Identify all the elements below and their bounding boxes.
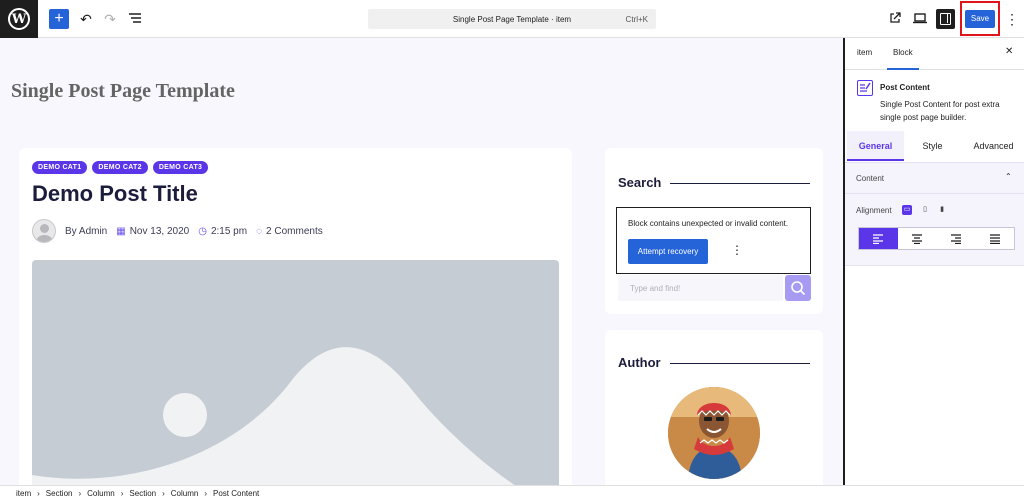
- wordpress-logo-button[interactable]: W: [0, 0, 38, 38]
- post-date: Nov 13, 2020: [129, 225, 190, 237]
- post-time: 2:15 pm: [210, 225, 248, 237]
- align-left-icon: [873, 233, 884, 244]
- align-right-button[interactable]: [937, 228, 976, 249]
- attempt-recovery-button[interactable]: Attempt recovery: [628, 239, 708, 264]
- breadcrumb-item[interactable]: Post Content: [213, 489, 259, 498]
- tab-block[interactable]: Block: [887, 48, 919, 70]
- undo-icon: ↶: [80, 11, 92, 27]
- desktop-icon: [913, 13, 927, 24]
- breadcrumb-item[interactable]: Section: [46, 489, 73, 498]
- image-placeholder-icon: [32, 347, 515, 485]
- chevron-right-icon: ›: [120, 489, 124, 498]
- view-post-button[interactable]: [885, 9, 905, 29]
- wordpress-icon: W: [8, 8, 30, 30]
- editor-canvas: Single Post Page Template DEMO CAT1 DEMO…: [0, 38, 843, 485]
- document-overview-button[interactable]: [125, 9, 145, 29]
- block-description: Single Post Content for post extra singl…: [880, 100, 1000, 122]
- chevron-right-icon: ›: [204, 489, 208, 498]
- command-palette-bar[interactable]: Single Post Page Template · item Ctrl+K: [368, 9, 656, 29]
- preview-button[interactable]: [910, 9, 930, 29]
- redo-button[interactable]: ↷: [100, 9, 120, 29]
- more-options-icon[interactable]: ⋮: [731, 243, 743, 257]
- list-view-icon: [129, 13, 141, 23]
- search-widget-title: Search: [618, 175, 662, 190]
- alignment-control: [858, 227, 1015, 250]
- post-title: Demo Post Title: [32, 181, 198, 206]
- clock-icon: ◷: [198, 225, 207, 237]
- author-portrait-image: [668, 387, 760, 479]
- panel-tabs: item Block ✕: [845, 38, 1024, 70]
- chevron-up-icon[interactable]: ⌃: [1005, 172, 1012, 181]
- block-recovery-warning: Block contains unexpected or invalid con…: [616, 207, 811, 274]
- save-highlight-box: Save: [960, 1, 1000, 36]
- block-name: Post Content: [880, 83, 930, 92]
- search-submit-button[interactable]: [785, 275, 811, 301]
- search-icon: [791, 281, 806, 296]
- align-justify-icon: [989, 233, 1000, 244]
- undo-button[interactable]: ↶: [76, 9, 96, 29]
- author-photo: [668, 387, 760, 479]
- block-breadcrumb: item › Section › Column › Section › Colu…: [0, 485, 1024, 499]
- post-comments[interactable]: 2 Comments: [266, 226, 323, 237]
- tab-item[interactable]: item: [857, 48, 872, 57]
- category-badge[interactable]: DEMO CAT1: [32, 161, 88, 174]
- tablet-device-icon[interactable]: ▯: [920, 205, 930, 215]
- content-settings-section: Content ⌃ Alignment ▭ ▯ ▮: [845, 162, 1024, 266]
- category-list: DEMO CAT1 DEMO CAT2 DEMO CAT3: [32, 161, 209, 174]
- post-author[interactable]: By Admin: [65, 226, 107, 237]
- settings-sidebar-toggle[interactable]: [936, 9, 955, 29]
- category-badge[interactable]: DEMO CAT3: [152, 161, 209, 174]
- chevron-right-icon: ›: [37, 489, 40, 498]
- desktop-device-icon[interactable]: ▭: [902, 205, 912, 215]
- redo-icon: ↷: [104, 11, 116, 27]
- comments-icon: ◌: [256, 225, 263, 237]
- close-icon: ✕: [1005, 46, 1014, 57]
- section-divider: [845, 193, 1024, 194]
- invalid-block-message: Block contains unexpected or invalid con…: [628, 219, 789, 228]
- save-button[interactable]: Save: [965, 10, 995, 28]
- post-content-block[interactable]: DEMO CAT1 DEMO CAT2 DEMO CAT3 Demo Post …: [19, 148, 572, 485]
- calendar-icon: ▦: [116, 225, 126, 237]
- alignment-label: Alignment: [856, 206, 892, 215]
- shortcut-hint: Ctrl+K: [625, 15, 648, 24]
- search-input[interactable]: Type and find!: [618, 275, 783, 301]
- align-justify-button[interactable]: [975, 228, 1014, 249]
- author-avatar: [32, 219, 56, 243]
- breadcrumb-item[interactable]: item: [16, 489, 31, 498]
- sidebar-icon: [940, 13, 951, 25]
- search-widget: Search Block contains unexpected or inva…: [605, 148, 823, 314]
- align-left-button[interactable]: [859, 228, 898, 249]
- page-title[interactable]: Single Post Page Template: [11, 80, 235, 103]
- block-settings-panel: item Block ✕ Post Content Single Post Co…: [843, 38, 1024, 485]
- more-vertical-icon: ⋮: [1005, 11, 1019, 27]
- chevron-right-icon: ›: [162, 489, 165, 498]
- author-widget: Author: [605, 330, 823, 485]
- editor-toolbar: W + ↶ ↷ Single Post Page Template · item…: [0, 0, 1024, 38]
- title-divider: [670, 363, 810, 364]
- breadcrumb-item[interactable]: Section: [129, 489, 156, 498]
- mobile-device-icon[interactable]: ▮: [937, 205, 947, 215]
- featured-image-placeholder: [32, 260, 559, 485]
- tab-general[interactable]: General: [847, 131, 904, 161]
- breadcrumb-item[interactable]: Column: [171, 489, 199, 498]
- post-meta: By Admin ▦ Nov 13, 2020 ◷ 2:15 pm ◌ 2 Co…: [32, 219, 323, 243]
- align-center-button[interactable]: [898, 228, 937, 249]
- close-panel-button[interactable]: ✕: [1005, 46, 1013, 57]
- document-title: Single Post Page Template · item: [452, 15, 572, 24]
- post-content-block-icon: [857, 80, 873, 96]
- title-divider: [670, 183, 810, 184]
- category-badge[interactable]: DEMO CAT2: [92, 161, 148, 174]
- options-menu-button[interactable]: ⋮: [1005, 9, 1019, 29]
- author-widget-title: Author: [618, 355, 661, 370]
- settings-tabs: General Style Advanced: [845, 131, 1024, 161]
- breadcrumb-item[interactable]: Column: [87, 489, 115, 498]
- add-block-button[interactable]: +: [49, 9, 69, 29]
- section-title[interactable]: Content: [856, 174, 884, 183]
- chevron-right-icon: ›: [78, 489, 82, 498]
- align-center-icon: [912, 233, 923, 244]
- align-right-icon: [950, 233, 961, 244]
- tab-style[interactable]: Style: [904, 131, 961, 161]
- tab-advanced[interactable]: Advanced: [965, 131, 1022, 161]
- external-link-icon: [890, 12, 901, 23]
